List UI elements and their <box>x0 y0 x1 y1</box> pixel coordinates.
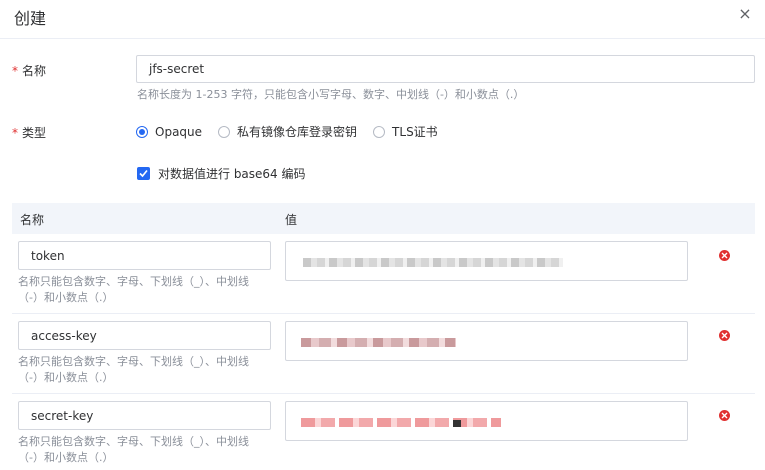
secret-name-value: jfs-secret <box>149 62 205 76</box>
key-input[interactable]: access-key <box>18 321 271 350</box>
key-hint: 名称只能包含数字、字母、下划线（_）、中划线 （-）和小数点（.） <box>18 434 249 466</box>
key-value: access-key <box>31 328 97 343</box>
radio-tls-cert-label: TLS证书 <box>392 125 438 139</box>
required-mark: * <box>12 126 18 140</box>
delete-circle-icon[interactable] <box>719 250 730 261</box>
key-value: token <box>31 248 65 263</box>
table-header: 名称 值 <box>12 203 755 234</box>
key-hint-line: （-）和小数点（.） <box>18 291 114 304</box>
delete-circle-icon[interactable] <box>719 410 730 421</box>
key-hint-line: 名称只能包含数字、字母、下划线（_）、中划线 <box>18 355 249 368</box>
key-input[interactable]: token <box>18 241 271 270</box>
dialog-title: 创建 <box>14 9 47 28</box>
masked-value <box>303 258 563 267</box>
column-header-name: 名称 <box>20 213 45 227</box>
type-radio-group: Opaque 私有镜像仓库登录密钥 TLS证书 <box>136 123 454 140</box>
row-divider <box>12 393 755 394</box>
key-value: secret-key <box>31 408 94 423</box>
key-hint-line: （-）和小数点（.） <box>18 371 114 384</box>
secret-name-input[interactable]: jfs-secret <box>136 55 755 83</box>
close-icon[interactable]: × <box>735 4 755 24</box>
radio-checked-indicator <box>136 125 148 138</box>
radio-tls-cert[interactable]: TLS证书 <box>373 123 438 140</box>
type-label: * 类型 <box>12 124 46 141</box>
row-divider <box>12 313 755 314</box>
key-hint-line: （-）和小数点（.） <box>18 451 114 464</box>
base64-checkbox[interactable]: 对数据值进行 base64 编码 <box>137 165 306 182</box>
key-hint-line: 名称只能包含数字、字母、下划线（_）、中划线 <box>18 435 249 448</box>
radio-unchecked-indicator <box>373 125 386 138</box>
key-input[interactable]: secret-key <box>18 401 271 430</box>
name-label-text: 名称 <box>22 64 47 78</box>
radio-registry-secret-label: 私有镜像仓库登录密钥 <box>237 125 358 139</box>
radio-registry-secret[interactable]: 私有镜像仓库登录密钥 <box>218 123 357 140</box>
required-mark: * <box>12 64 18 78</box>
key-hint: 名称只能包含数字、字母、下划线（_）、中划线 （-）和小数点（.） <box>18 354 249 386</box>
column-header-value: 值 <box>285 213 298 227</box>
masked-value <box>301 338 456 347</box>
radio-opaque-label: Opaque <box>155 124 203 139</box>
key-hint-line: 名称只能包含数字、字母、下划线（_）、中划线 <box>18 275 249 288</box>
base64-checkbox-label: 对数据值进行 base64 编码 <box>158 167 306 181</box>
key-hint: 名称只能包含数字、字母、下划线（_）、中划线 （-）和小数点（.） <box>18 274 249 306</box>
delete-circle-icon[interactable] <box>719 330 730 341</box>
dialog-header: 创建 × <box>0 0 765 39</box>
type-label-text: 类型 <box>22 126 47 140</box>
masked-value <box>453 420 461 427</box>
radio-opaque[interactable]: Opaque <box>136 125 202 139</box>
masked-value <box>301 418 501 427</box>
radio-unchecked-indicator <box>218 125 231 138</box>
name-label: * 名称 <box>12 62 46 79</box>
name-hint: 名称长度为 1-253 字符，只能包含小写字母、数字、中划线（-）和小数点（.） <box>137 88 525 101</box>
check-icon <box>137 167 150 180</box>
